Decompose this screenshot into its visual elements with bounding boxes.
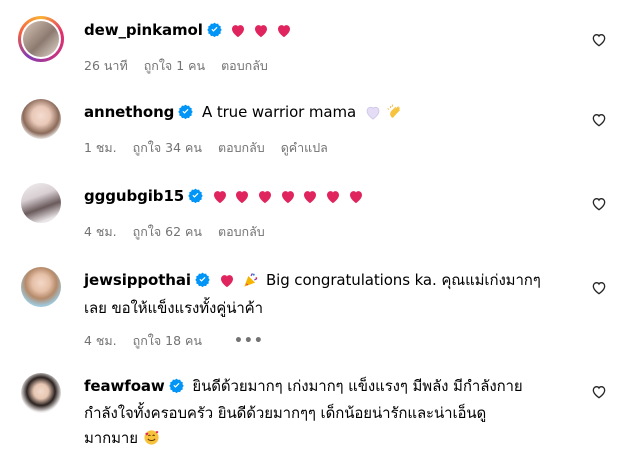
verified-badge-icon — [207, 20, 222, 45]
like-count[interactable]: ถูกใจ 1 คน — [144, 56, 205, 76]
comment-time: 4 ชม. — [84, 333, 117, 348]
avatar[interactable] — [18, 96, 64, 142]
avatar[interactable] — [18, 264, 64, 310]
avatar[interactable] — [18, 370, 64, 416]
verified-badge-icon — [178, 102, 194, 127]
heart-emoji — [325, 187, 341, 212]
verified-badge-icon — [168, 376, 184, 401]
comment-text-continued: เลย ขอให้แข็งแรงทั้งคู่น่าค้า — [84, 299, 263, 317]
like-heart-icon[interactable] — [591, 112, 607, 128]
like-count[interactable]: ถูกใจ 18 คน — [133, 331, 202, 351]
reply-button[interactable]: ตอบกลับ — [218, 138, 265, 158]
heart-emoji — [348, 187, 364, 212]
heart-emoji — [276, 21, 292, 46]
username[interactable]: dew_pinkamol — [84, 21, 203, 39]
comment-text: A true warrior mama — [202, 103, 357, 121]
comment-time: 26 นาที — [84, 58, 128, 73]
comment-text: ยินดีด้วยมากๆ เก่งมากๆ แข็งแรงๆ มีพลัง ม… — [192, 377, 523, 395]
heart-emoji — [212, 187, 228, 212]
heart-emoji — [257, 187, 273, 212]
username[interactable]: gggubgib15 — [84, 187, 184, 205]
username[interactable]: feawfoaw — [84, 377, 165, 395]
heart-emoji — [230, 21, 246, 46]
username[interactable]: jewsippothai — [84, 271, 191, 289]
white-heart-emoji — [365, 103, 381, 128]
heart-emoji — [234, 187, 250, 212]
heart-emoji — [302, 187, 318, 212]
comment-text-continued: มากมาย — [84, 429, 138, 447]
like-heart-icon[interactable] — [591, 196, 607, 212]
like-count[interactable]: ถูกใจ 62 คน — [133, 222, 202, 242]
reply-button[interactable]: ตอบกลับ — [221, 56, 268, 76]
translate-button[interactable]: ดูคำแปล — [281, 138, 328, 158]
smiling-face-with-hearts-emoji — [143, 429, 160, 454]
like-heart-icon[interactable] — [591, 384, 607, 400]
comment-text-continued: กำลังใจทั้งครอบครัว ยินดีด้วยมากๆๆ เด็กน… — [84, 404, 487, 422]
comment-time: 4 ชม. — [84, 224, 117, 239]
heart-emoji — [253, 21, 269, 46]
clapping-hands-emoji — [387, 103, 403, 128]
username[interactable]: annethong — [84, 103, 174, 121]
heart-emoji — [280, 187, 296, 212]
more-options-icon[interactable]: ••• — [234, 333, 264, 349]
like-heart-icon[interactable] — [591, 32, 607, 48]
heart-emoji — [219, 271, 235, 296]
like-count[interactable]: ถูกใจ 34 คน — [133, 138, 202, 158]
avatar[interactable] — [18, 16, 64, 62]
party-popper-emoji — [243, 271, 259, 296]
avatar[interactable] — [18, 180, 64, 226]
verified-badge-icon — [195, 270, 210, 295]
reply-button[interactable]: ตอบกลับ — [218, 222, 265, 242]
verified-badge-icon — [188, 186, 203, 211]
comment-time: 1 ชม. — [84, 140, 117, 155]
like-heart-icon[interactable] — [591, 280, 607, 296]
comment-text: Big congratulations ka. คุณแม่เก่งมากๆ — [265, 271, 541, 289]
